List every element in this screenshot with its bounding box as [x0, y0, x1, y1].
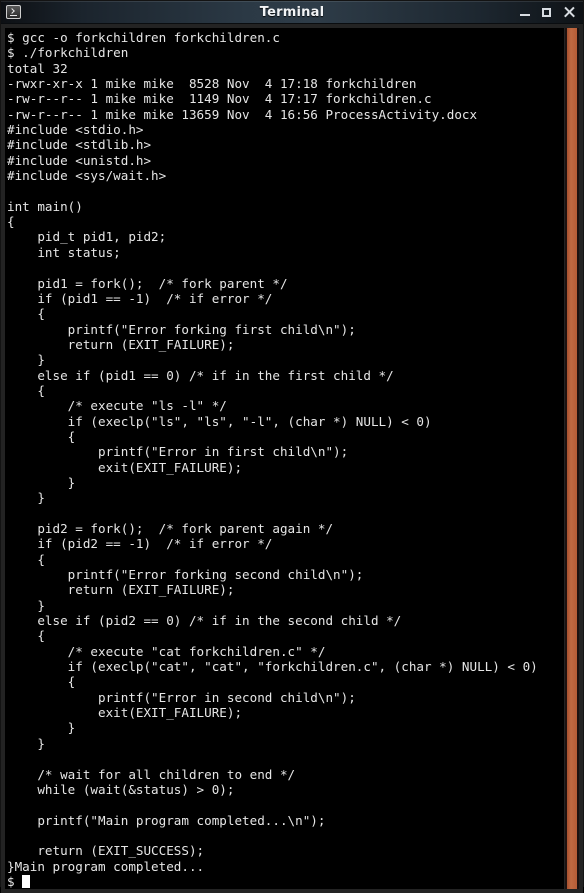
terminal-cursor	[22, 874, 30, 888]
terminal-body: $ gcc -o forkchildren forkchildren.c $ .…	[1, 24, 583, 893]
minimize-button[interactable]	[519, 6, 532, 19]
terminal-screen[interactable]: $ gcc -o forkchildren forkchildren.c $ .…	[5, 28, 564, 890]
terminal-icon	[6, 5, 21, 19]
window-titlebar[interactable]: Terminal	[1, 1, 583, 24]
terminal-scrollbar[interactable]	[565, 28, 579, 890]
maximize-button[interactable]	[541, 6, 554, 19]
terminal-output: $ gcc -o forkchildren forkchildren.c $ .…	[7, 30, 538, 874]
window-controls	[519, 1, 576, 23]
close-button[interactable]	[563, 6, 576, 19]
scrollbar-thumb[interactable]	[567, 28, 577, 890]
terminal-window: Terminal $ gcc -o forkchildren forkchild…	[0, 0, 584, 893]
window-title: Terminal	[259, 4, 325, 20]
